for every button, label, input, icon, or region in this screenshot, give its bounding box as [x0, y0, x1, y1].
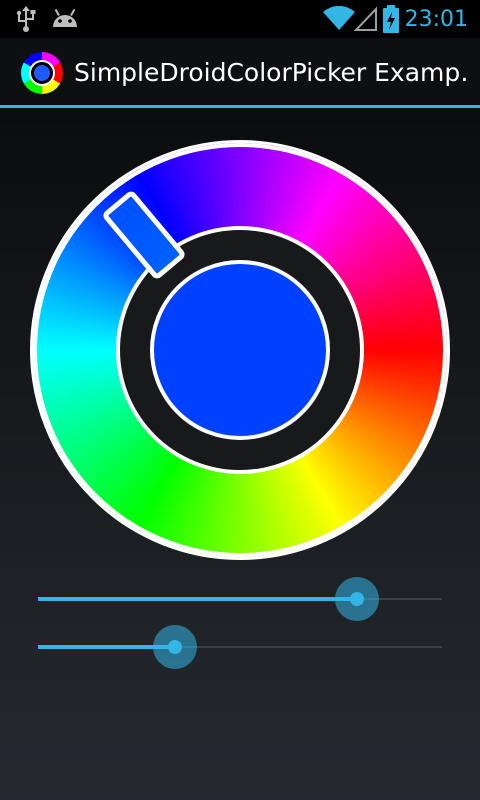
color-wheel[interactable] [30, 140, 450, 560]
value-slider[interactable] [38, 622, 442, 672]
status-clock: 23:01 [404, 6, 468, 32]
wifi-icon [322, 0, 356, 38]
slider-thumb-dot[interactable] [350, 592, 364, 606]
slider-thumb-dot[interactable] [168, 640, 182, 654]
color-wheel-app-icon[interactable] [20, 51, 64, 95]
selected-color-swatch[interactable] [150, 260, 330, 440]
app-title: SimpleDroidColorPicker Examp… [74, 58, 470, 87]
battery-charging-icon [382, 0, 400, 38]
signal-icon [354, 0, 378, 38]
slider-fill [38, 597, 357, 601]
saturation-slider[interactable] [38, 574, 442, 624]
android-debug-icon [50, 0, 80, 38]
action-bar: SimpleDroidColorPicker Examp… [0, 38, 480, 108]
status-bar: 23:01 [0, 0, 480, 38]
usb-icon [14, 0, 38, 38]
